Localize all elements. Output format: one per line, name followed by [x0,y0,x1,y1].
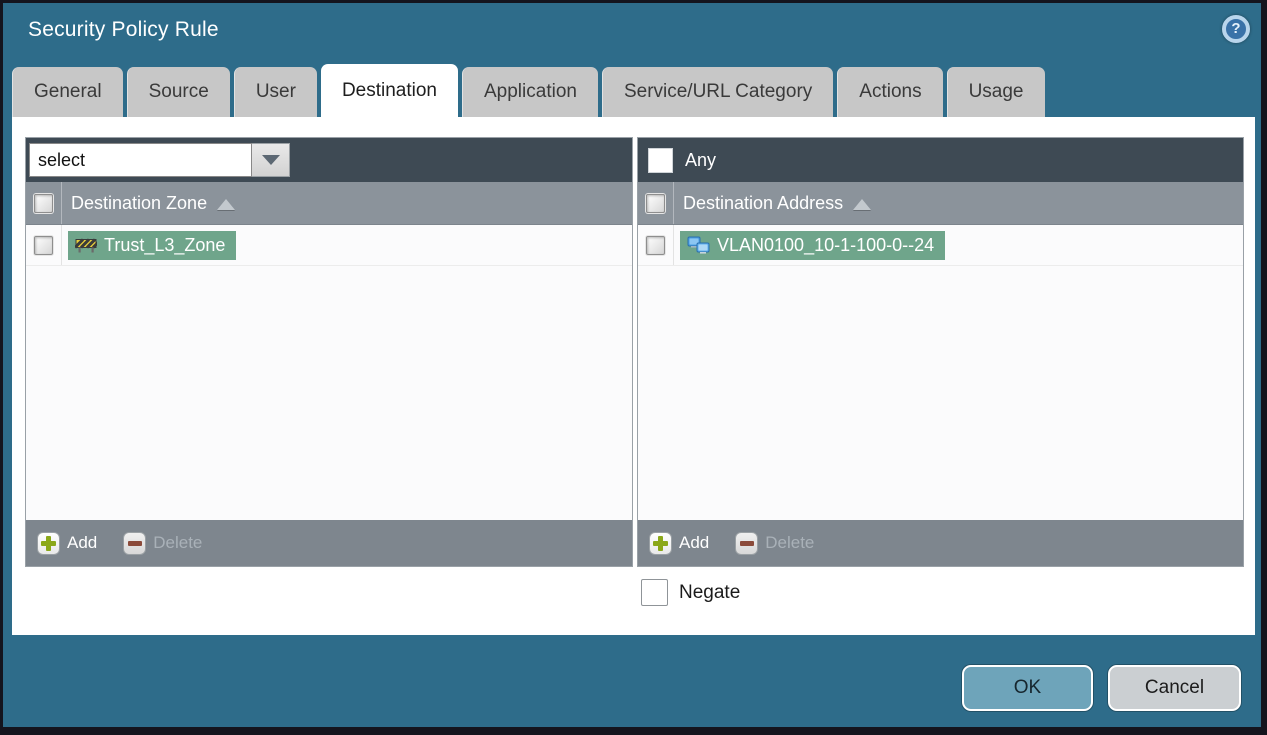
address-panel-header: Any [638,138,1243,182]
table-row[interactable]: Trust_L3_Zone [26,225,632,266]
zone-row-label: Trust_L3_Zone [104,234,226,255]
zone-list: Trust_L3_Zone [26,225,632,520]
network-address-icon [687,236,710,254]
delete-address-button[interactable]: Delete [735,531,815,555]
delete-address-label: Delete [765,533,815,552]
tab-bar: General Source User Destination Applicat… [12,64,1045,120]
tab-user[interactable]: User [233,67,317,117]
zone-panel-footer: Add Delete [26,520,632,566]
zone-row-checkbox[interactable] [34,235,53,255]
negate-option: Negate [641,579,740,606]
any-checkbox[interactable] [648,147,673,173]
zone-row-checkbox-cell [26,225,62,265]
zone-select-input[interactable] [29,143,252,177]
address-panel-footer: Add Delete [638,520,1243,566]
cancel-button[interactable]: Cancel [1108,665,1241,711]
tab-service-url-category[interactable]: Service/URL Category [601,67,834,117]
ok-button[interactable]: OK [962,665,1093,711]
tab-destination[interactable]: Destination [320,64,458,120]
address-column-header-label[interactable]: Destination Address [683,193,843,214]
address-row-checkbox[interactable] [646,235,665,255]
tab-actions[interactable]: Actions [837,67,943,117]
negate-label: Negate [679,581,741,603]
add-icon [649,531,672,555]
dialog-title: Security Policy Rule [28,18,219,41]
destination-address-panel: Any Destination Address VLAN0100_10-1-10… [637,137,1244,567]
zone-icon [75,237,97,253]
negate-checkbox[interactable] [641,579,668,606]
table-row[interactable]: VLAN0100_10-1-100-0--24 [638,225,1243,266]
tab-general[interactable]: General [12,67,123,117]
address-row-checkbox-cell [638,225,674,265]
delete-zone-button[interactable]: Delete [123,531,203,555]
add-address-label: Add [679,533,710,552]
destination-zone-panel: Destination Zone [25,137,633,567]
zone-column-header-row: Destination Zone [26,182,632,225]
add-zone-button[interactable]: Add [37,531,98,555]
address-header-checkbox-cell [638,182,674,224]
delete-icon [735,531,759,555]
zone-column-header-label[interactable]: Destination Zone [71,193,207,214]
zone-panel-header [26,138,632,182]
security-policy-rule-dialog: Security Policy Rule ? General Source Us… [3,3,1261,727]
address-row-label: VLAN0100_10-1-100-0--24 [717,234,935,255]
delete-icon [123,531,147,555]
any-label: Any [685,149,717,170]
sort-ascending-icon[interactable] [853,198,872,210]
add-icon [37,531,60,555]
address-list: VLAN0100_10-1-100-0--24 [638,225,1243,520]
help-icon[interactable]: ? [1222,15,1250,43]
destination-tab-content: Destination Zone [12,117,1255,635]
tab-application[interactable]: Application [462,67,598,117]
delete-zone-label: Delete [153,533,203,552]
zone-select-dropdown-button[interactable] [252,143,290,177]
address-column-header-row: Destination Address [638,182,1243,225]
address-select-all-checkbox[interactable] [646,193,665,213]
address-chip[interactable]: VLAN0100_10-1-100-0--24 [680,230,946,260]
chevron-down-icon [261,155,280,165]
add-address-button[interactable]: Add [649,531,710,555]
zone-select-all-checkbox[interactable] [34,193,53,213]
tab-source[interactable]: Source [126,67,230,117]
zone-header-checkbox-cell [26,182,62,224]
add-zone-label: Add [67,533,98,552]
tab-usage[interactable]: Usage [946,67,1045,117]
zone-chip[interactable]: Trust_L3_Zone [68,230,237,260]
sort-ascending-icon[interactable] [217,198,236,210]
